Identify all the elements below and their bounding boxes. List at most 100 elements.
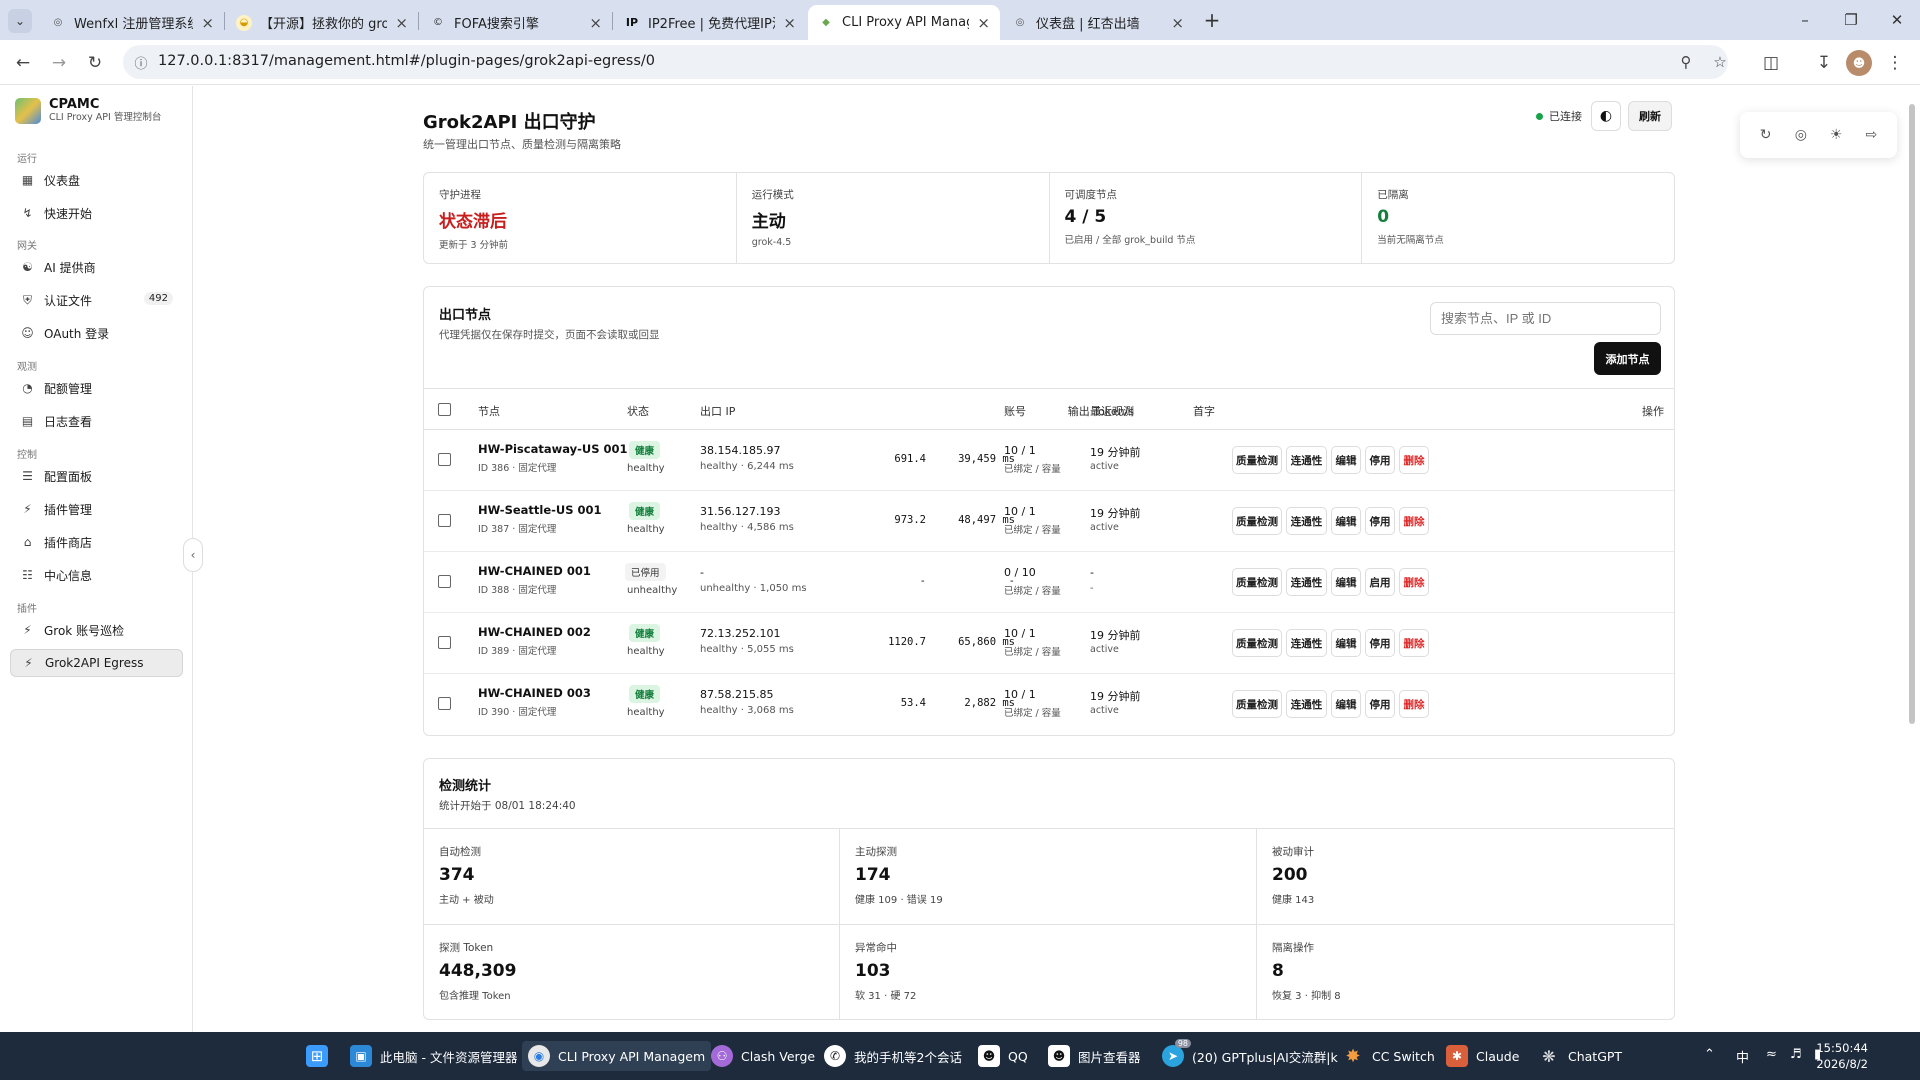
connectivity-button[interactable]: 连通性 xyxy=(1286,446,1327,474)
tab-dashboard[interactable]: ◎ 仪表盘 | 红杏出墙 × xyxy=(1002,5,1194,40)
row-checkbox[interactable] xyxy=(438,514,451,527)
select-all-checkbox[interactable] xyxy=(438,403,451,416)
sidebar-item-grok-patrol[interactable]: ⚡ Grok 账号巡检 xyxy=(10,616,183,644)
taskbar-claude[interactable]: ✱ Claude xyxy=(1440,1041,1525,1071)
logout-icon[interactable]: ⇨ xyxy=(1859,123,1883,147)
taskbar-photos[interactable]: ☻ 图片查看器 xyxy=(1042,1041,1147,1071)
reload-icon[interactable]: ↻ xyxy=(80,48,110,78)
sidebar-item-dashboard[interactable]: ▦ 仪表盘 xyxy=(10,166,183,194)
close-icon[interactable]: × xyxy=(783,14,796,32)
quality-check-button[interactable]: 质量检测 xyxy=(1232,690,1282,718)
search-input[interactable] xyxy=(1430,302,1661,335)
sidebar-item-plugin-store[interactable]: ⌂ 插件商店 xyxy=(10,528,183,556)
sidebar-item-config[interactable]: ☰ 配置面板 xyxy=(10,462,183,490)
disable-button[interactable]: 停用 xyxy=(1365,629,1395,657)
tab-search-icon[interactable]: ⌄ xyxy=(8,9,32,33)
tray-chevron-icon[interactable]: ⌃ xyxy=(1704,1047,1715,1062)
url-field[interactable]: ⓘ 127.0.0.1:8317/management.html#/plugin… xyxy=(123,45,1728,79)
connectivity-button[interactable]: 连通性 xyxy=(1286,629,1327,657)
delete-button[interactable]: 删除 xyxy=(1399,629,1429,657)
clock[interactable]: 15:50:44 2026/8/2 xyxy=(1816,1040,1868,1072)
minimize-icon[interactable]: – xyxy=(1782,0,1828,40)
disable-button[interactable]: 停用 xyxy=(1365,690,1395,718)
stat-auto-detect: 自动检测 374 主动 + 被动 xyxy=(424,829,840,925)
edit-button[interactable]: 编辑 xyxy=(1331,629,1361,657)
sidebar-item-oauth[interactable]: ☺ OAuth 登录 xyxy=(10,319,183,347)
tab-grokfree[interactable]: ◒ 【开源】拯救你的 grokfree之 × xyxy=(226,5,418,40)
taskbar-qq[interactable]: ☻ QQ xyxy=(972,1041,1034,1071)
add-node-button[interactable]: 添加节点 xyxy=(1594,342,1661,375)
sidebar-item-center-info[interactable]: ☷ 中心信息 xyxy=(10,561,183,589)
taskbar-phone[interactable]: ✆ 我的手机等2个会话 xyxy=(818,1041,968,1071)
edit-button[interactable]: 编辑 xyxy=(1331,507,1361,535)
close-icon[interactable]: × xyxy=(589,14,602,32)
sidebar-item-ai-providers[interactable]: ☯ AI 提供商 xyxy=(10,253,183,281)
connectivity-button[interactable]: 连通性 xyxy=(1286,690,1327,718)
delete-button[interactable]: 删除 xyxy=(1399,507,1429,535)
tab-cli-proxy[interactable]: ◆ CLI Proxy API Management C × xyxy=(808,5,1000,40)
close-window-icon[interactable]: ✕ xyxy=(1874,0,1920,40)
close-icon[interactable]: × xyxy=(201,14,214,32)
delete-button[interactable]: 删除 xyxy=(1399,568,1429,596)
site-info-icon[interactable]: ⓘ xyxy=(131,52,151,72)
language-globe-icon[interactable]: ◎ xyxy=(1789,123,1813,147)
extensions-icon[interactable]: ◫ xyxy=(1758,50,1784,76)
forward-icon[interactable]: → xyxy=(44,48,74,78)
scrollbar-thumb[interactable] xyxy=(1909,104,1915,724)
taskbar-telegram[interactable]: ➤ 98 (20) GPTplus|AI交流群|k xyxy=(1156,1039,1344,1071)
sidebar-item-grok2api-egress[interactable]: ⚡ Grok2API Egress xyxy=(10,649,183,677)
page-scrollbar[interactable] xyxy=(1908,94,1916,1034)
disable-button[interactable]: 停用 xyxy=(1365,507,1395,535)
edit-button[interactable]: 编辑 xyxy=(1331,446,1361,474)
delete-button[interactable]: 删除 xyxy=(1399,690,1429,718)
tab-wenfxl[interactable]: ◎ Wenfxl 注册管理系统 × xyxy=(40,5,224,40)
row-checkbox[interactable] xyxy=(438,636,451,649)
quality-check-button[interactable]: 质量检测 xyxy=(1232,568,1282,596)
disable-button[interactable]: 停用 xyxy=(1365,446,1395,474)
sidebar-item-quickstart[interactable]: ↯ 快速开始 xyxy=(10,199,183,227)
sidebar-item-quota[interactable]: ◔ 配额管理 xyxy=(10,374,183,402)
row-checkbox[interactable] xyxy=(438,697,451,710)
close-icon[interactable]: × xyxy=(977,14,990,32)
tab-fofa[interactable]: © FOFA搜索引擎 × xyxy=(420,5,612,40)
sidebar-item-auth-files[interactable]: ⛨ 认证文件 492 xyxy=(10,286,183,314)
theme-toggle-icon[interactable]: ◐ xyxy=(1591,101,1621,131)
collapse-sidebar-icon[interactable]: ‹ xyxy=(183,538,203,572)
row-checkbox[interactable] xyxy=(438,575,451,588)
volume-icon[interactable]: ♬ xyxy=(1790,1047,1802,1062)
delete-button[interactable]: 删除 xyxy=(1399,446,1429,474)
new-tab-icon[interactable]: + xyxy=(1198,6,1226,34)
connectivity-button[interactable]: 连通性 xyxy=(1286,568,1327,596)
tab-ip2free[interactable]: IP IP2Free | 免费代理IP池_原生免 × xyxy=(614,5,806,40)
bookmark-star-icon[interactable]: ☆ xyxy=(1710,52,1730,72)
quality-check-button[interactable]: 质量检测 xyxy=(1232,507,1282,535)
taskbar-ccswitch[interactable]: ✸ CC Switch xyxy=(1336,1041,1441,1071)
connectivity-button[interactable]: 连通性 xyxy=(1286,507,1327,535)
taskbar-chatgpt[interactable]: ❋ ChatGPT xyxy=(1532,1041,1628,1071)
quality-check-button[interactable]: 质量检测 xyxy=(1232,446,1282,474)
start-button[interactable]: ⊞ xyxy=(300,1041,334,1071)
close-icon[interactable]: × xyxy=(1171,14,1184,32)
edit-button[interactable]: 编辑 xyxy=(1331,690,1361,718)
refresh-button[interactable]: 刷新 xyxy=(1628,101,1672,131)
edit-button[interactable]: 编辑 xyxy=(1331,568,1361,596)
ime-indicator[interactable]: 中 xyxy=(1736,1047,1749,1066)
sidebar-item-logs[interactable]: ▤ 日志查看 xyxy=(10,407,183,435)
zoom-icon[interactable]: ⚲ xyxy=(1676,52,1696,72)
restore-icon[interactable]: ❐ xyxy=(1828,0,1874,40)
back-icon[interactable]: ← xyxy=(8,48,38,78)
wifi-icon[interactable]: ≈ xyxy=(1766,1047,1777,1062)
sun-icon[interactable]: ☀ xyxy=(1824,123,1848,147)
close-icon[interactable]: × xyxy=(395,14,408,32)
refresh-icon[interactable]: ↻ xyxy=(1754,123,1778,147)
taskbar-clash[interactable]: ⚇ Clash Verge xyxy=(705,1041,821,1071)
row-checkbox[interactable] xyxy=(438,453,451,466)
quality-check-button[interactable]: 质量检测 xyxy=(1232,629,1282,657)
profile-avatar[interactable]: ☻ xyxy=(1846,50,1872,76)
enable-button[interactable]: 启用 xyxy=(1365,568,1395,596)
taskbar-explorer[interactable]: ▣ 此电脑 - 文件资源管理器 xyxy=(344,1041,523,1071)
download-icon[interactable]: ↧ xyxy=(1811,50,1837,76)
menu-icon[interactable]: ⋮ xyxy=(1882,50,1908,76)
sidebar-item-plugin-mgmt[interactable]: ⚡ 插件管理 xyxy=(10,495,183,523)
taskbar-chrome[interactable]: ◉ CLI Proxy API Managem xyxy=(522,1041,712,1071)
